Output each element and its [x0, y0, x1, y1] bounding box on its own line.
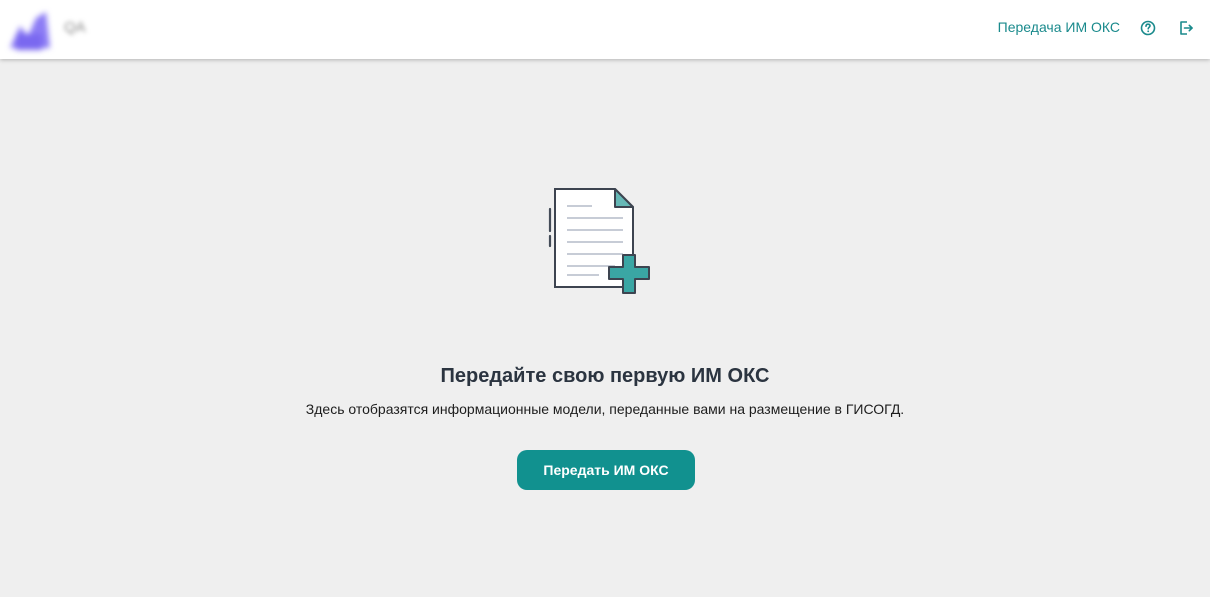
main-content: Передайте свою первую ИМ ОКС Здесь отобр…: [0, 59, 1210, 597]
top-header: QA Передача ИМ ОКС: [0, 0, 1210, 59]
transfer-model-button[interactable]: Передать ИМ ОКС: [517, 450, 695, 490]
empty-state-description: Здесь отобразятся информационные модели,…: [305, 401, 905, 417]
empty-state-title: Передайте свою первую ИМ ОКС: [440, 365, 770, 387]
logout-icon[interactable]: [1177, 19, 1195, 37]
logo[interactable]: [6, 8, 54, 52]
help-circle-icon[interactable]: [1139, 19, 1157, 37]
logo-text: QA: [64, 19, 86, 36]
document-add-icon: [543, 187, 655, 299]
nav-link-transfer[interactable]: Передача ИМ ОКС: [998, 19, 1120, 35]
